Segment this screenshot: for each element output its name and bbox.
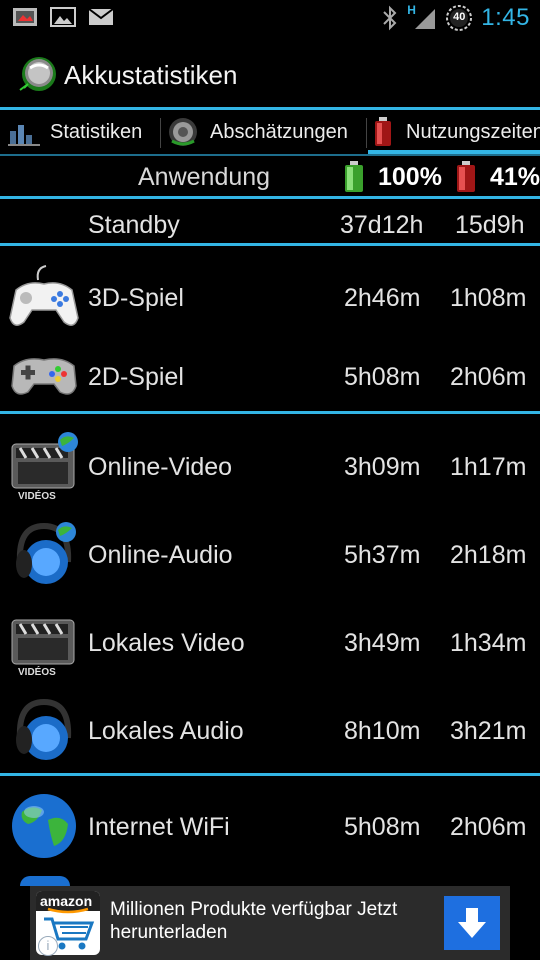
row-value-full: 5h37m [344, 541, 421, 569]
tab-bar: Statistiken Abschätzungen Nutzungszeiten [0, 110, 540, 154]
row-divider [0, 243, 540, 246]
gamepad-2d-icon [11, 358, 77, 395]
row-label: Standby [88, 211, 180, 239]
row-value-full: 5h08m [344, 363, 421, 391]
row-value-current: 2h06m [450, 363, 527, 391]
status-bar: H 40 1:45 [0, 0, 540, 38]
column-header-anwendung: Anwendung [138, 163, 271, 191]
info-icon[interactable]: i [38, 936, 58, 956]
row-divider [0, 196, 540, 199]
local-audio-icon [16, 698, 72, 760]
battery-app-icon[interactable] [18, 54, 58, 94]
row-label: Online-Video [88, 453, 233, 481]
gallery-icon [50, 7, 76, 27]
row-value-current: 2h18m [450, 541, 527, 569]
signal-h-icon: H [407, 3, 437, 31]
current-percent: 41% [490, 163, 540, 191]
tab-bar-divider [0, 154, 540, 156]
partial-list-item-icon [20, 876, 70, 886]
row-label: Internet WiFi [88, 813, 230, 841]
gamepad-3d-icon [9, 265, 79, 326]
red-battery-icon [375, 117, 391, 146]
icon-caption: VIDÉOS [18, 667, 56, 678]
row-value-full: 5h08m [344, 813, 421, 841]
row-value-current: 1h34m [450, 629, 527, 657]
tab-divider [160, 118, 161, 148]
battery-disc-icon [169, 118, 197, 146]
download-icon [458, 908, 486, 938]
row-value-full: 37d12h [340, 211, 424, 239]
icon-caption: VIDÉOS [18, 491, 56, 502]
ad-text: Millionen Produkte verfügbar Jetzt herun… [110, 899, 398, 943]
download-button[interactable] [444, 896, 500, 950]
photo-icon [13, 8, 37, 26]
app-bar: Akkustatistiken [0, 38, 540, 108]
row-value-full: 2h46m [344, 284, 421, 312]
tab-label: Abschätzungen [210, 120, 348, 143]
row-value-current: 15d9h [455, 211, 525, 239]
app-title: Akkustatistiken [64, 60, 238, 90]
row-divider [0, 773, 540, 776]
row-label: 2D-Spiel [88, 363, 184, 391]
ad-banner[interactable]: amazon i Millionen Produkte verfügbar Je… [30, 886, 510, 960]
row-value-full: 8h10m [344, 717, 421, 745]
table-header: Anwendung 100% 41% [0, 157, 540, 197]
row-value-current: 1h17m [450, 453, 527, 481]
red-battery-icon [457, 161, 475, 192]
row-label: Lokales Video [88, 629, 245, 657]
row-value-full: 3h49m [344, 629, 421, 657]
row-label: Lokales Audio [88, 717, 244, 745]
row-value-full: 3h09m [344, 453, 421, 481]
tab-nutzungszeiten[interactable]: Nutzungszeiten [372, 110, 540, 154]
tab-abschaetzungen[interactable]: Abschätzungen [166, 110, 348, 154]
full-percent: 100% [378, 163, 442, 191]
globe-icon [12, 794, 76, 858]
bluetooth-icon [383, 5, 397, 31]
chart-icon [8, 125, 40, 146]
row-divider [0, 411, 540, 414]
row-label: 3D-Spiel [88, 284, 184, 312]
tab-divider [366, 118, 367, 148]
green-battery-icon [345, 161, 363, 192]
tab-label: Statistiken [50, 120, 143, 143]
tab-statistiken[interactable]: Statistiken [6, 110, 142, 154]
row-value-current: 1h08m [450, 284, 527, 312]
row-value-current: 3h21m [450, 717, 527, 745]
mail-icon [88, 8, 114, 25]
battery-40-icon: 40 [445, 4, 473, 32]
online-audio-icon [16, 522, 76, 584]
row-value-current: 2h06m [450, 813, 527, 841]
battery-level-text: 40 [453, 11, 466, 23]
status-time: 1:45 [481, 4, 530, 31]
tab-label: Nutzungszeiten [406, 120, 540, 143]
row-label: Online-Audio [88, 541, 233, 569]
